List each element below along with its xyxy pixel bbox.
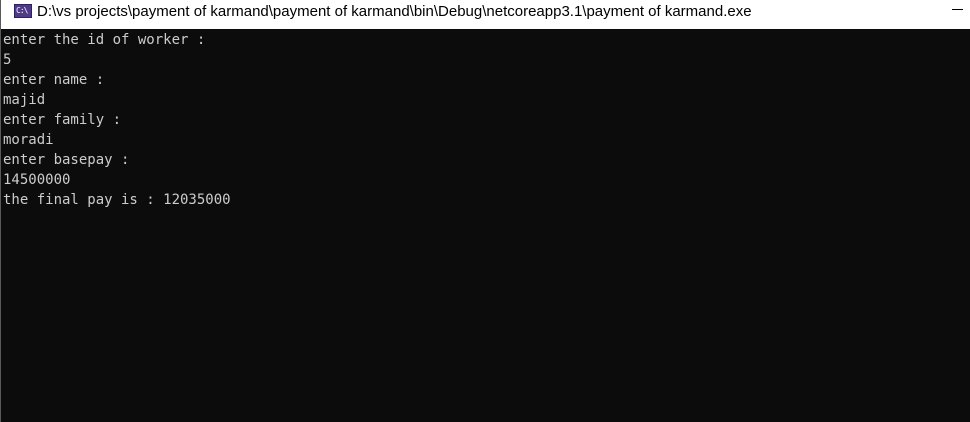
console-output-area[interactable]: enter the id of worker : 5 enter name : … — [1, 29, 970, 422]
title-bar[interactable]: C:\ D:\vs projects\payment of karmand\pa… — [1, 0, 970, 29]
console-line-final-pay: the final pay is : 12035000 — [3, 192, 231, 208]
console-line-input-id: 5 — [3, 52, 12, 68]
window-title: D:\vs projects\payment of karmand\paymen… — [37, 3, 752, 20]
console-line-prompt-family: enter family : — [3, 112, 122, 128]
console-line-input-basepay: 14500000 — [3, 172, 71, 188]
console-line-prompt-id: enter the id of worker : — [3, 32, 206, 48]
console-app-icon[interactable]: C:\ — [14, 4, 32, 18]
console-line-prompt-basepay: enter basepay : — [3, 152, 130, 168]
console-lines: enter the id of worker : 5 enter name : … — [1, 29, 970, 210]
console-icon-glyph: C:\ — [16, 6, 28, 15]
console-line-prompt-name: enter name : — [3, 72, 105, 88]
console-line-input-name: majid — [3, 92, 46, 108]
minimize-button[interactable] — [935, 0, 970, 29]
console-line-input-family: moradi — [3, 132, 54, 148]
console-window: C:\ D:\vs projects\payment of karmand\pa… — [0, 0, 970, 422]
minimize-icon — [952, 9, 963, 10]
